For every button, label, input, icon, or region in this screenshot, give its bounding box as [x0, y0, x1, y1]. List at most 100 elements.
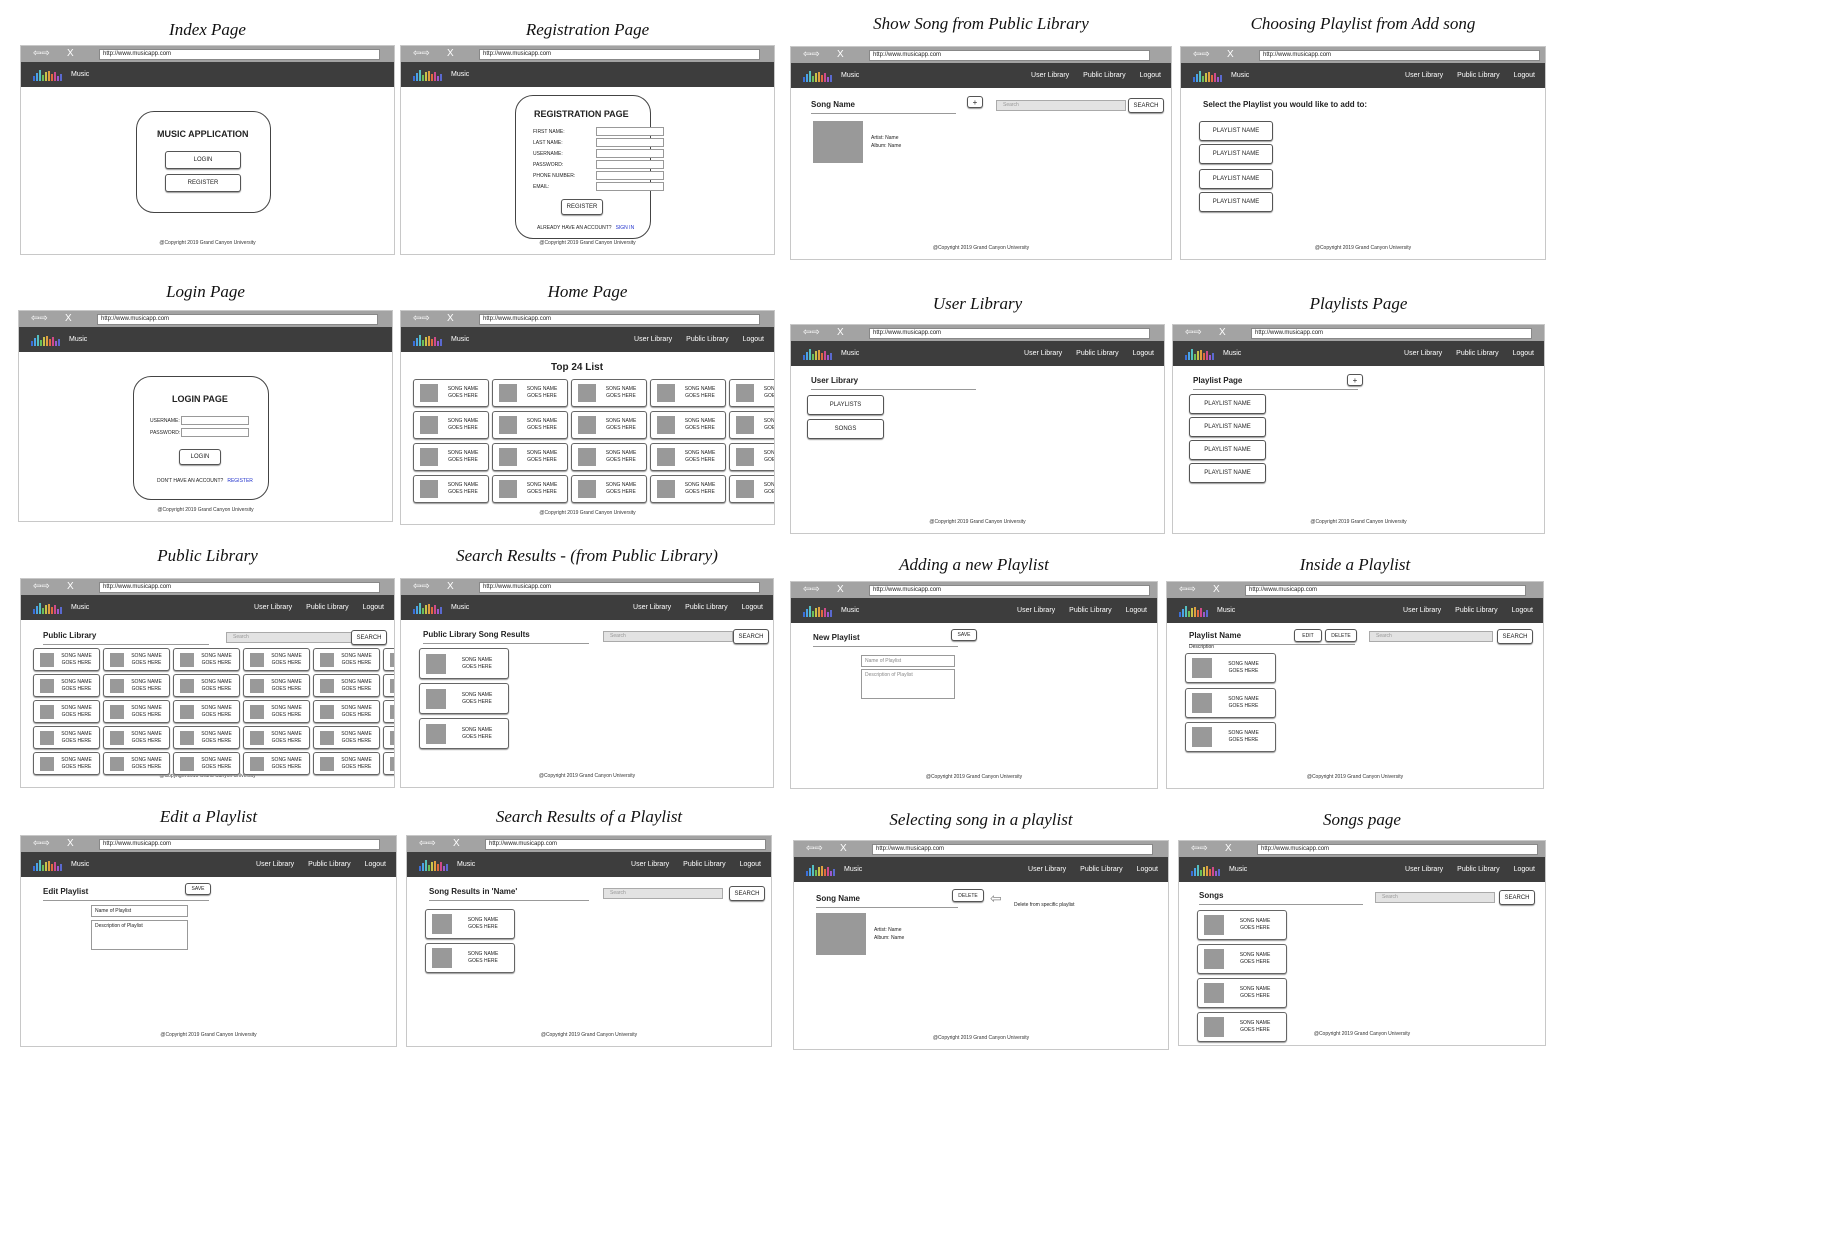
login-button[interactable]: LOGIN	[179, 449, 221, 465]
close-tab-icon[interactable]: X	[447, 579, 454, 595]
playlist-description-input[interactable]: Description of Playlist	[861, 669, 955, 699]
song-card[interactable]: SONG NAMEGOES HERE	[383, 726, 394, 749]
nav-logout[interactable]: Logout	[363, 604, 384, 611]
delete-button[interactable]: DELETE	[1325, 629, 1357, 642]
song-card[interactable]: SONG NAMEGOES HERE	[413, 443, 489, 471]
song-card[interactable]: SONG NAMEGOES HERE	[413, 475, 489, 503]
nav-public-library[interactable]: Public Library	[308, 861, 350, 868]
song-card[interactable]: SONG NAMEGOES HERE	[1197, 978, 1287, 1008]
song-card[interactable]: SONG NAMEGOES HERE	[413, 379, 489, 407]
password-input[interactable]	[181, 428, 249, 437]
search-button[interactable]: SEARCH	[1497, 629, 1533, 644]
song-card[interactable]: SONG NAMEGOES HERE	[425, 943, 515, 973]
edit-button[interactable]: EDIT	[1294, 629, 1322, 642]
registration-input[interactable]	[596, 138, 664, 147]
song-card[interactable]: SONG NAMEGOES HERE	[103, 752, 170, 775]
playlist-name-button[interactable]: PLAYLIST NAME	[1189, 394, 1266, 414]
song-card[interactable]: SONG NAMEGOES HERE	[419, 648, 509, 679]
close-tab-icon[interactable]: X	[447, 46, 454, 62]
song-card[interactable]: SONG NAMEGOES HERE	[173, 700, 240, 723]
song-card[interactable]: SONG NAMEGOES HERE	[103, 700, 170, 723]
nav-logout[interactable]: Logout	[1140, 72, 1161, 79]
address-bar[interactable]: http://www.musicapp.com	[99, 839, 380, 850]
address-bar[interactable]: http://www.musicapp.com	[97, 314, 378, 325]
back-forward-icon[interactable]: ⇦⇨	[806, 841, 823, 857]
nav-logout[interactable]: Logout	[1514, 866, 1535, 873]
close-tab-icon[interactable]: X	[1213, 582, 1220, 598]
playlist-name-input[interactable]: Name of Playlist	[861, 655, 955, 667]
username-input[interactable]	[181, 416, 249, 425]
nav-public-library[interactable]: Public Library	[683, 861, 725, 868]
nav-logout[interactable]: Logout	[1137, 866, 1158, 873]
search-button[interactable]: SEARCH	[1499, 890, 1535, 905]
nav-public-library[interactable]: Public Library	[1457, 72, 1499, 79]
song-card[interactable]: SONG NAMEGOES HERE	[413, 411, 489, 439]
nav-user-library[interactable]: User Library	[634, 336, 672, 343]
address-bar[interactable]: http://www.musicapp.com	[872, 844, 1153, 855]
playlist-description-input[interactable]: Description of Playlist	[91, 920, 188, 950]
song-card[interactable]: SONG NAMEGOES HERE	[103, 674, 170, 697]
song-card[interactable]: SONG NAMEGOES HERE	[383, 752, 394, 775]
search-button[interactable]: SEARCH	[729, 886, 765, 901]
song-card[interactable]: SONG NAMEGOES HERE	[243, 752, 310, 775]
songs-button[interactable]: SONGS	[807, 419, 884, 439]
song-card[interactable]: SONG NAMEGOES HERE	[729, 443, 774, 471]
back-forward-icon[interactable]: ⇦⇨	[803, 325, 820, 341]
nav-user-library[interactable]: User Library	[1405, 866, 1443, 873]
song-card[interactable]: SONG NAMEGOES HERE	[103, 726, 170, 749]
nav-user-library[interactable]: User Library	[1028, 866, 1066, 873]
back-forward-icon[interactable]: ⇦⇨	[1185, 325, 1202, 341]
address-bar[interactable]: http://www.musicapp.com	[479, 314, 760, 325]
close-tab-icon[interactable]: X	[1219, 325, 1226, 341]
back-forward-icon[interactable]: ⇦⇨	[803, 582, 820, 598]
back-forward-icon[interactable]: ⇦⇨	[1191, 841, 1208, 857]
address-bar[interactable]: http://www.musicapp.com	[869, 585, 1150, 596]
registration-input[interactable]	[596, 127, 664, 136]
close-tab-icon[interactable]: X	[1225, 841, 1232, 857]
search-input[interactable]: Search	[996, 100, 1126, 111]
close-tab-icon[interactable]: X	[67, 836, 74, 852]
nav-public-library[interactable]: Public Library	[306, 604, 348, 611]
song-card[interactable]: SONG NAMEGOES HERE	[173, 648, 240, 671]
nav-public-library[interactable]: Public Library	[1069, 607, 1111, 614]
search-input[interactable]: Search	[603, 631, 733, 642]
nav-public-library[interactable]: Public Library	[1076, 350, 1118, 357]
search-button[interactable]: SEARCH	[733, 629, 769, 644]
search-input[interactable]: Search	[226, 632, 356, 643]
save-button[interactable]: SAVE	[951, 629, 977, 641]
song-card[interactable]: SONG NAMEGOES HERE	[33, 752, 100, 775]
address-bar[interactable]: http://www.musicapp.com	[869, 50, 1150, 61]
song-card[interactable]: SONG NAMEGOES HERE	[571, 475, 647, 503]
back-forward-icon[interactable]: ⇦⇨	[413, 579, 430, 595]
song-card[interactable]: SONG NAMEGOES HERE	[650, 475, 726, 503]
search-button[interactable]: SEARCH	[1128, 98, 1164, 113]
nav-logout[interactable]: Logout	[1513, 350, 1534, 357]
song-card[interactable]: SONG NAMEGOES HERE	[243, 700, 310, 723]
address-bar[interactable]: http://www.musicapp.com	[1257, 844, 1538, 855]
register-button[interactable]: REGISTER	[561, 199, 603, 215]
search-input[interactable]: Search	[603, 888, 723, 899]
song-card[interactable]: SONG NAMEGOES HERE	[33, 726, 100, 749]
song-card[interactable]: SONG NAMEGOES HERE	[383, 700, 394, 723]
nav-public-library[interactable]: Public Library	[1080, 866, 1122, 873]
nav-user-library[interactable]: User Library	[1024, 350, 1062, 357]
save-button[interactable]: SAVE	[185, 883, 211, 895]
playlist-name-button[interactable]: PLAYLIST NAME	[1189, 463, 1266, 483]
address-bar[interactable]: http://www.musicapp.com	[1259, 50, 1540, 61]
close-tab-icon[interactable]: X	[67, 46, 74, 62]
song-card[interactable]: SONG NAMEGOES HERE	[313, 648, 380, 671]
song-card[interactable]: SONG NAMEGOES HERE	[650, 443, 726, 471]
song-card[interactable]: SONG NAMEGOES HERE	[492, 443, 568, 471]
nav-public-library[interactable]: Public Library	[686, 336, 728, 343]
back-forward-icon[interactable]: ⇦⇨	[1193, 47, 1210, 63]
nav-logout[interactable]: Logout	[1133, 350, 1154, 357]
song-card[interactable]: SONG NAMEGOES HERE	[243, 648, 310, 671]
nav-logout[interactable]: Logout	[742, 604, 763, 611]
address-bar[interactable]: http://www.musicapp.com	[1245, 585, 1526, 596]
back-forward-icon[interactable]: ⇦⇨	[413, 311, 430, 327]
registration-input[interactable]	[596, 171, 664, 180]
back-forward-icon[interactable]: ⇦⇨	[413, 46, 430, 62]
nav-user-library[interactable]: User Library	[631, 861, 669, 868]
playlist-name-button[interactable]: PLAYLIST NAME	[1199, 121, 1273, 141]
add-playlist-button[interactable]: +	[1347, 374, 1363, 386]
